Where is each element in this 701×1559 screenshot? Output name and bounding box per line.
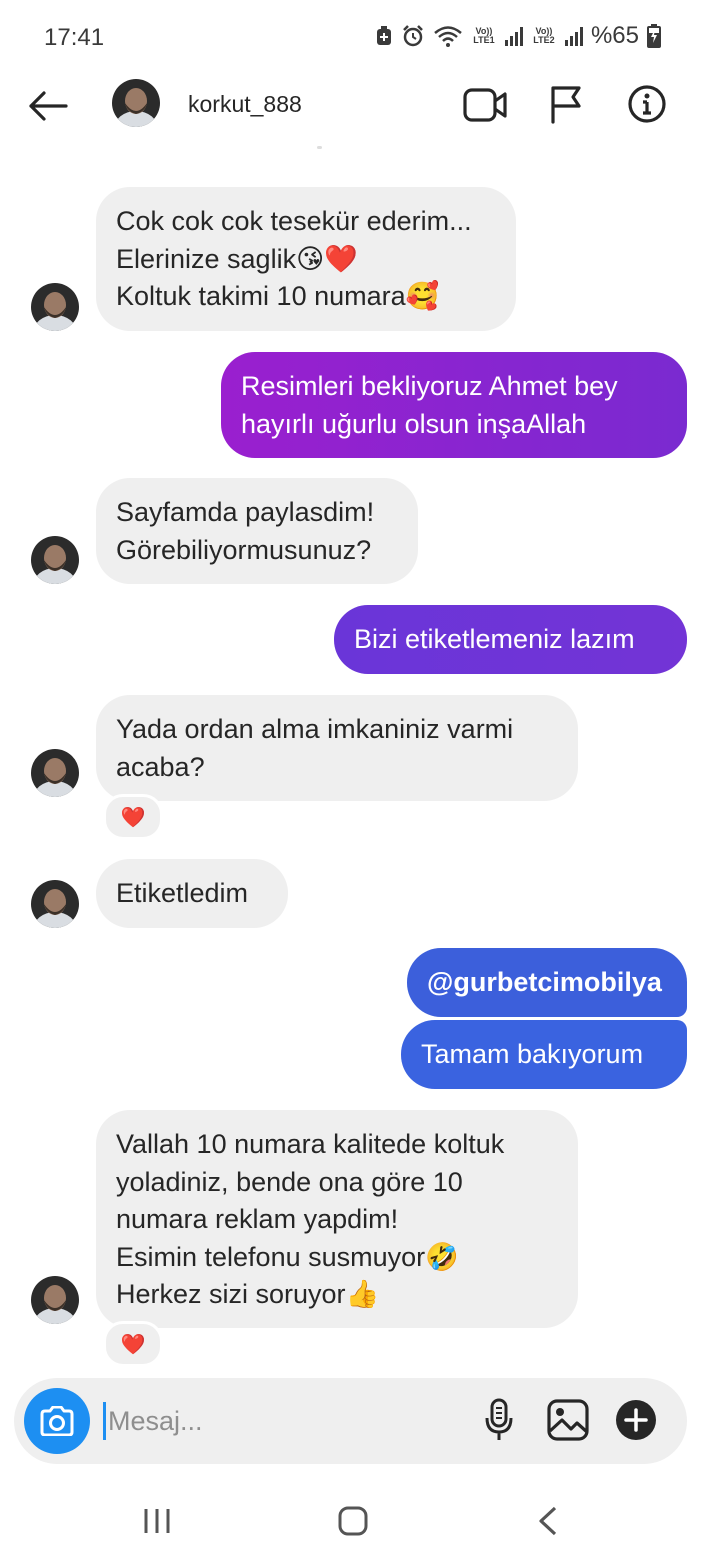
avatar[interactable]: [31, 283, 79, 331]
battery-percent: %65: [590, 22, 639, 49]
sim2-label: Vo)) LTE2: [533, 26, 555, 45]
reaction-badge[interactable]: ❤️: [103, 794, 163, 840]
home-icon[interactable]: [338, 1506, 368, 1536]
message-input[interactable]: [108, 1400, 408, 1442]
message-bubble[interactable]: Cok cok cok tesekür ederim... Elerinize …: [96, 187, 516, 331]
flag-icon[interactable]: [549, 84, 583, 124]
avatar[interactable]: [31, 536, 79, 584]
signal-icon-2: [564, 27, 583, 46]
info-icon[interactable]: [627, 84, 667, 124]
wifi-icon: [434, 26, 462, 47]
message-bubble[interactable]: Yada ordan alma imkaniniz varmi acaba?: [96, 695, 578, 801]
text-caret: [103, 1402, 106, 1440]
status-time: 17:41: [44, 24, 105, 51]
avatar[interactable]: [112, 79, 160, 127]
recent-apps-icon[interactable]: [143, 1508, 171, 1534]
chat-header: korkut_888: [0, 76, 701, 146]
message-bubble-sent[interactable]: Tamam bakıyorum: [401, 1020, 687, 1089]
status-bar: 17:41 Vo)) LTE1 Vo)) LTE2 %65: [0, 0, 701, 76]
camera-icon: [40, 1406, 74, 1436]
status-icons: Vo)) LTE1 Vo)) LTE2 %65: [375, 22, 661, 50]
username[interactable]: korkut_888: [188, 91, 302, 118]
gallery-icon[interactable]: [547, 1399, 589, 1441]
microphone-icon[interactable]: [484, 1398, 514, 1442]
message-bubble-sent[interactable]: Bizi etiketlemeniz lazım: [334, 605, 687, 674]
plus-icon[interactable]: [615, 1399, 657, 1441]
back-arrow-icon[interactable]: [26, 88, 70, 124]
battery-charging-icon: [647, 24, 661, 48]
video-call-icon[interactable]: [463, 86, 507, 124]
avatar[interactable]: [31, 1276, 79, 1324]
alarm-icon: [403, 25, 423, 47]
message-bubble[interactable]: Vallah 10 numara kalitede koltuk yoladin…: [96, 1110, 578, 1328]
android-nav-bar: [0, 1480, 701, 1559]
message-bubble[interactable]: Sayfamda paylasdim! Görebiliyormusunuz?: [96, 478, 418, 584]
camera-button[interactable]: [24, 1388, 90, 1454]
sim1-label: Vo)) LTE1: [473, 26, 495, 45]
signal-icon-1: [504, 27, 523, 46]
avatar[interactable]: [31, 880, 79, 928]
message-bubble[interactable]: Etiketledim: [96, 859, 288, 928]
heart-reaction-icon: ❤️: [120, 1333, 146, 1356]
heart-reaction-icon: ❤️: [120, 806, 146, 829]
message-composer: [14, 1378, 687, 1464]
message-bubble-sent[interactable]: Resimleri bekliyoruz Ahmet bey hayırlı u…: [221, 352, 687, 458]
avatar[interactable]: [31, 749, 79, 797]
data-saver-icon: [376, 26, 391, 45]
back-icon[interactable]: [537, 1506, 559, 1536]
message-bubble-sent[interactable]: @gurbetcimobilya: [407, 948, 687, 1017]
reaction-badge[interactable]: ❤️: [103, 1321, 163, 1367]
scroll-hint: [317, 146, 322, 149]
